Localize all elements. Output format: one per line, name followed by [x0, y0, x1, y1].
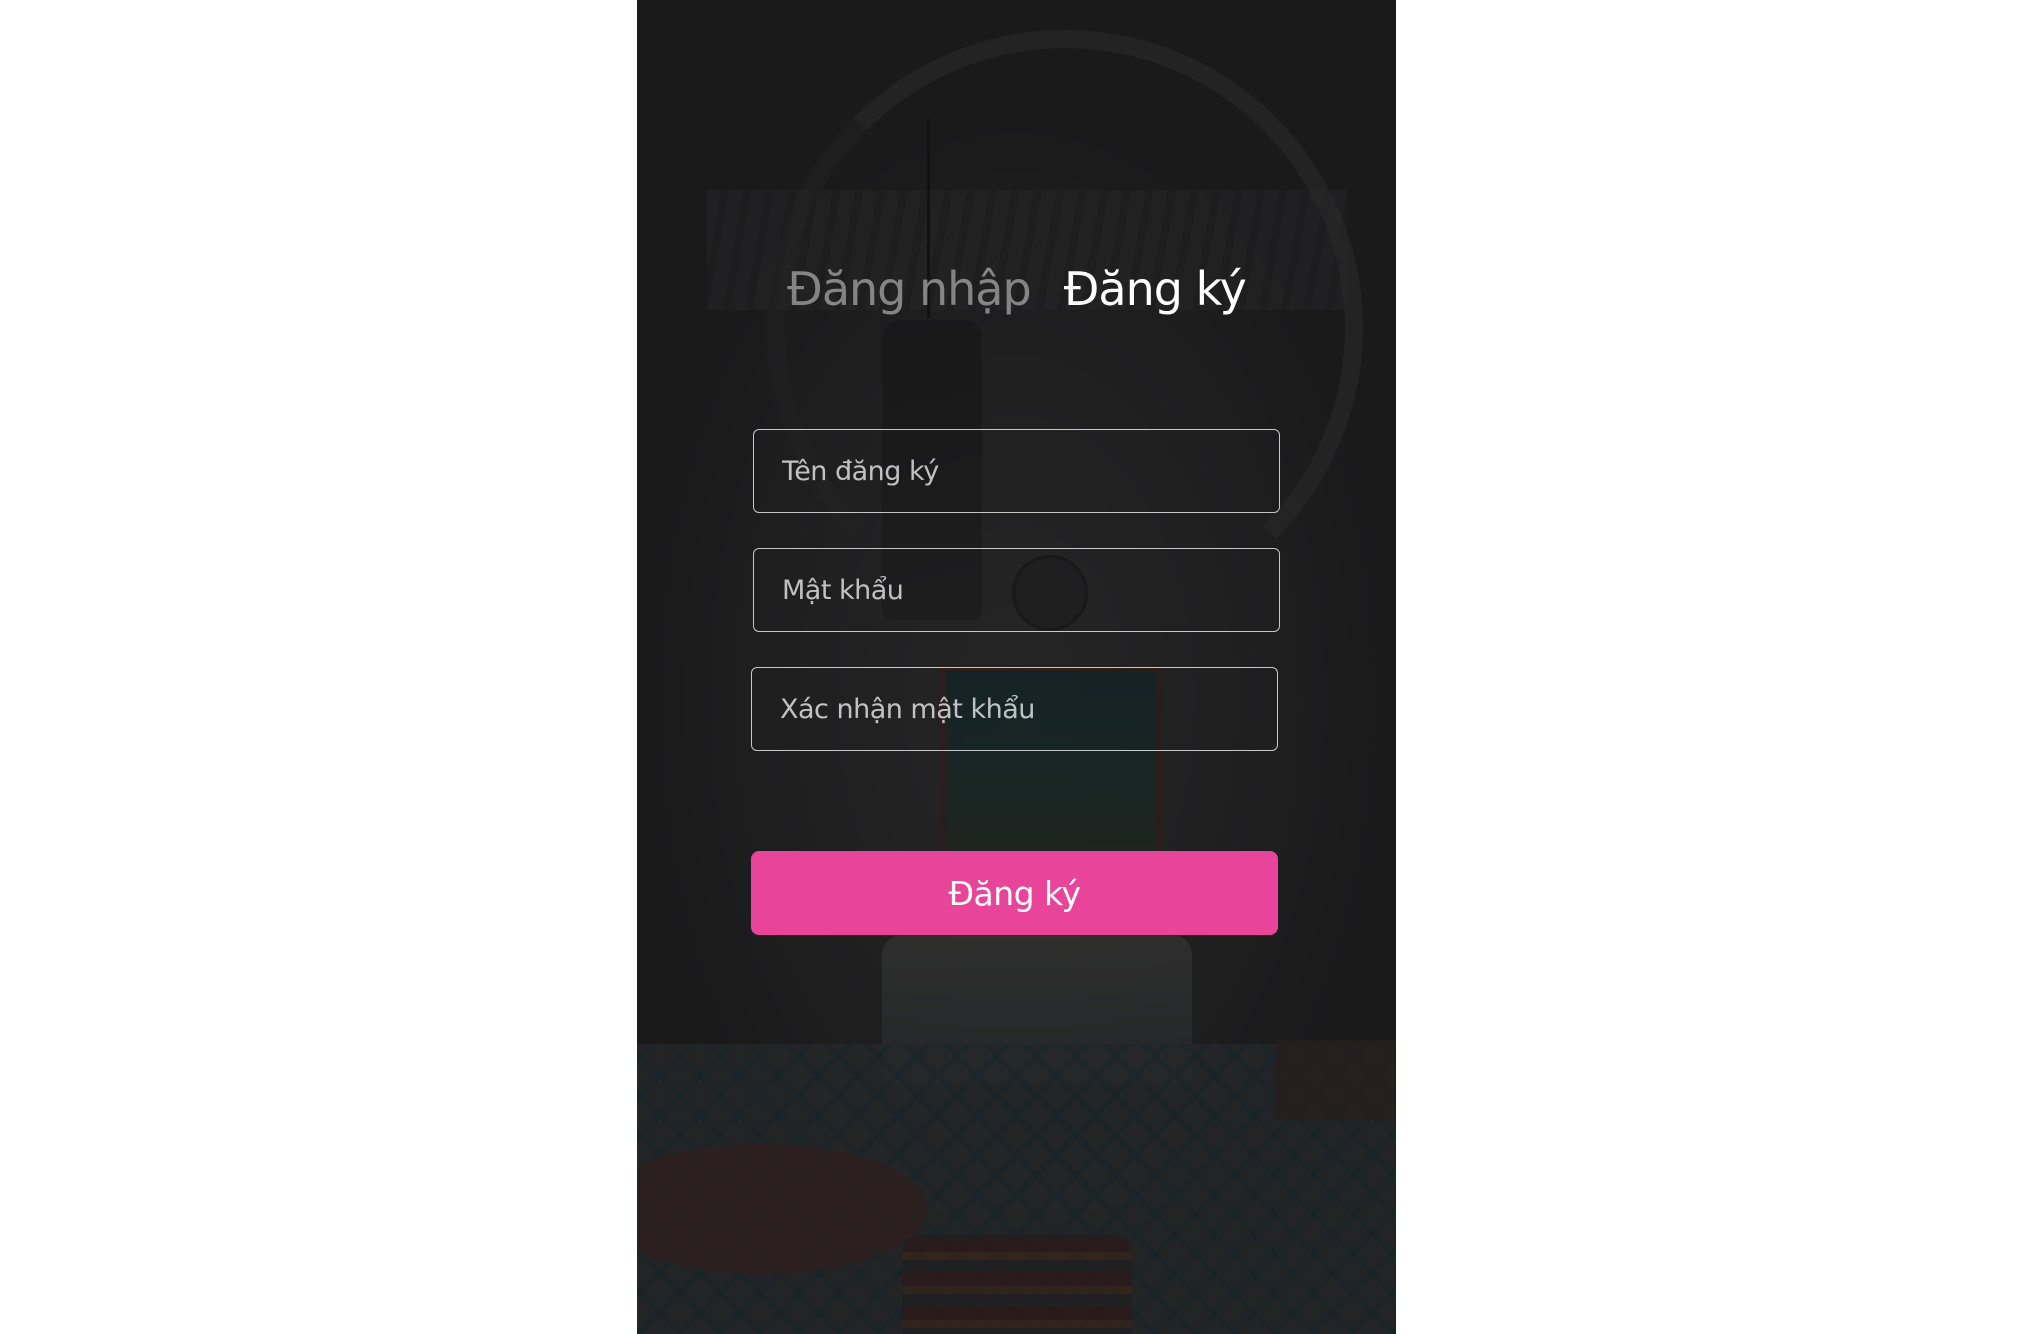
tab-login[interactable]: Đăng nhập [787, 262, 1032, 316]
tab-register[interactable]: Đăng ký [1064, 262, 1247, 316]
password-field[interactable] [753, 548, 1280, 632]
register-form: Đăng nhập Đăng ký Đăng ký [637, 0, 1396, 1334]
username-field[interactable] [753, 429, 1280, 513]
auth-tabs: Đăng nhập Đăng ký [637, 262, 1396, 316]
app-screen: Đăng nhập Đăng ký Đăng ký [637, 0, 1396, 1334]
confirm-password-field[interactable] [751, 667, 1278, 751]
register-button[interactable]: Đăng ký [751, 851, 1278, 935]
